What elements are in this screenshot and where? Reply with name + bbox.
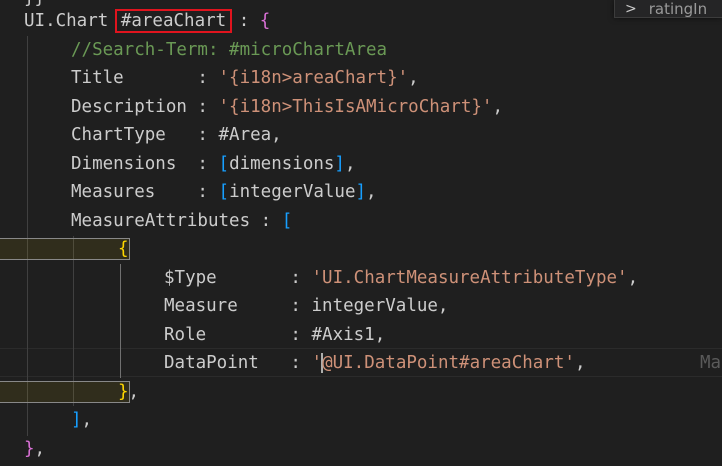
code-token: ,	[627, 268, 639, 288]
code-token: Measure : integerValue,	[164, 296, 449, 316]
code-token: ,	[344, 154, 356, 174]
matched-bracket: }	[0, 381, 130, 403]
code-line[interactable]: Measures : [integerValue],	[0, 178, 722, 207]
code-token: ]	[355, 182, 367, 202]
code-line[interactable]: DataPoint : '@UI.DataPoint#areaChart', Ma	[0, 349, 722, 378]
code-string: '{i18n>areaChart}'	[218, 68, 409, 88]
code-token: dimensions	[229, 154, 335, 174]
code-token: ,	[34, 439, 46, 459]
code-token: :	[228, 11, 260, 31]
matched-bracket: {	[0, 238, 130, 260]
code-token: ,	[128, 382, 140, 402]
code-line[interactable]: Description : '{i18n>ThisIsAMicroChart}'…	[0, 93, 722, 122]
code-token: }	[24, 439, 35, 459]
highlighted-annotation-key: #areaChart	[114, 9, 233, 33]
code-line[interactable]: Measure : integerValue,	[0, 292, 722, 321]
code-string: 'UI.ChartMeasureAttributeType'	[311, 268, 628, 288]
code-token: ChartType : #Area,	[71, 125, 282, 145]
code-line[interactable]: Title : '{i18n>areaChart}',	[0, 64, 722, 93]
code-string: '{i18n>ThisIsAMicroChart}'	[218, 97, 493, 117]
code-token: ,	[492, 97, 503, 117]
code-token: ,	[408, 68, 419, 88]
code-token: Dimensions :	[71, 154, 219, 174]
chevron-right-icon[interactable]: >	[625, 1, 637, 17]
code-line[interactable]: Role : #Axis1,	[0, 321, 722, 350]
code-line[interactable]: },	[0, 435, 722, 464]
code-token: ]	[71, 410, 82, 430]
code-token: [	[218, 154, 230, 174]
code-line[interactable]: ],	[0, 406, 722, 435]
code-line[interactable]: $Type : 'UI.ChartMeasureAttributeType',	[0, 264, 722, 293]
code-token: UI.Chart	[24, 11, 119, 31]
code-line[interactable]: },	[0, 378, 722, 407]
code-token: [	[218, 182, 230, 202]
code-token: ,	[81, 410, 93, 430]
code-token: Measures :	[71, 182, 219, 202]
code-token: Description :	[71, 97, 219, 117]
code-token: [	[281, 211, 293, 231]
code-token: DataPoint :	[164, 353, 312, 373]
inline-hint: Ma	[700, 353, 722, 373]
code-line[interactable]: MeasureAttributes : [	[0, 207, 722, 236]
sticky-scroll-widget[interactable]: > ratingIn	[614, 0, 722, 18]
code-token: ]	[334, 154, 345, 174]
code-token: ,	[574, 353, 586, 373]
code-line[interactable]: ChartType : #Area,	[0, 121, 722, 150]
code-editor[interactable]: }} UI.Chart #areaChart : { //Search-Term…	[0, 0, 722, 466]
code-line[interactable]: //Search-Term: #microChartArea	[0, 36, 722, 65]
code-token: Role : #Axis1,	[164, 325, 386, 345]
code-token: integerValue	[229, 182, 356, 202]
code-string: @UI.DataPoint#areaChart'	[322, 353, 575, 373]
code-line[interactable]: Dimensions : [dimensions],	[0, 150, 722, 179]
code-line[interactable]: {	[0, 235, 722, 264]
code-token: $Type :	[164, 268, 312, 288]
peek-label: ratingIn	[648, 0, 708, 18]
code-token: ,	[366, 182, 377, 202]
code-token: MeasureAttributes :	[71, 211, 282, 231]
code-token: Title :	[71, 68, 219, 88]
code-comment: //Search-Term: #microChartArea	[71, 40, 388, 60]
code-token: {	[259, 11, 271, 31]
